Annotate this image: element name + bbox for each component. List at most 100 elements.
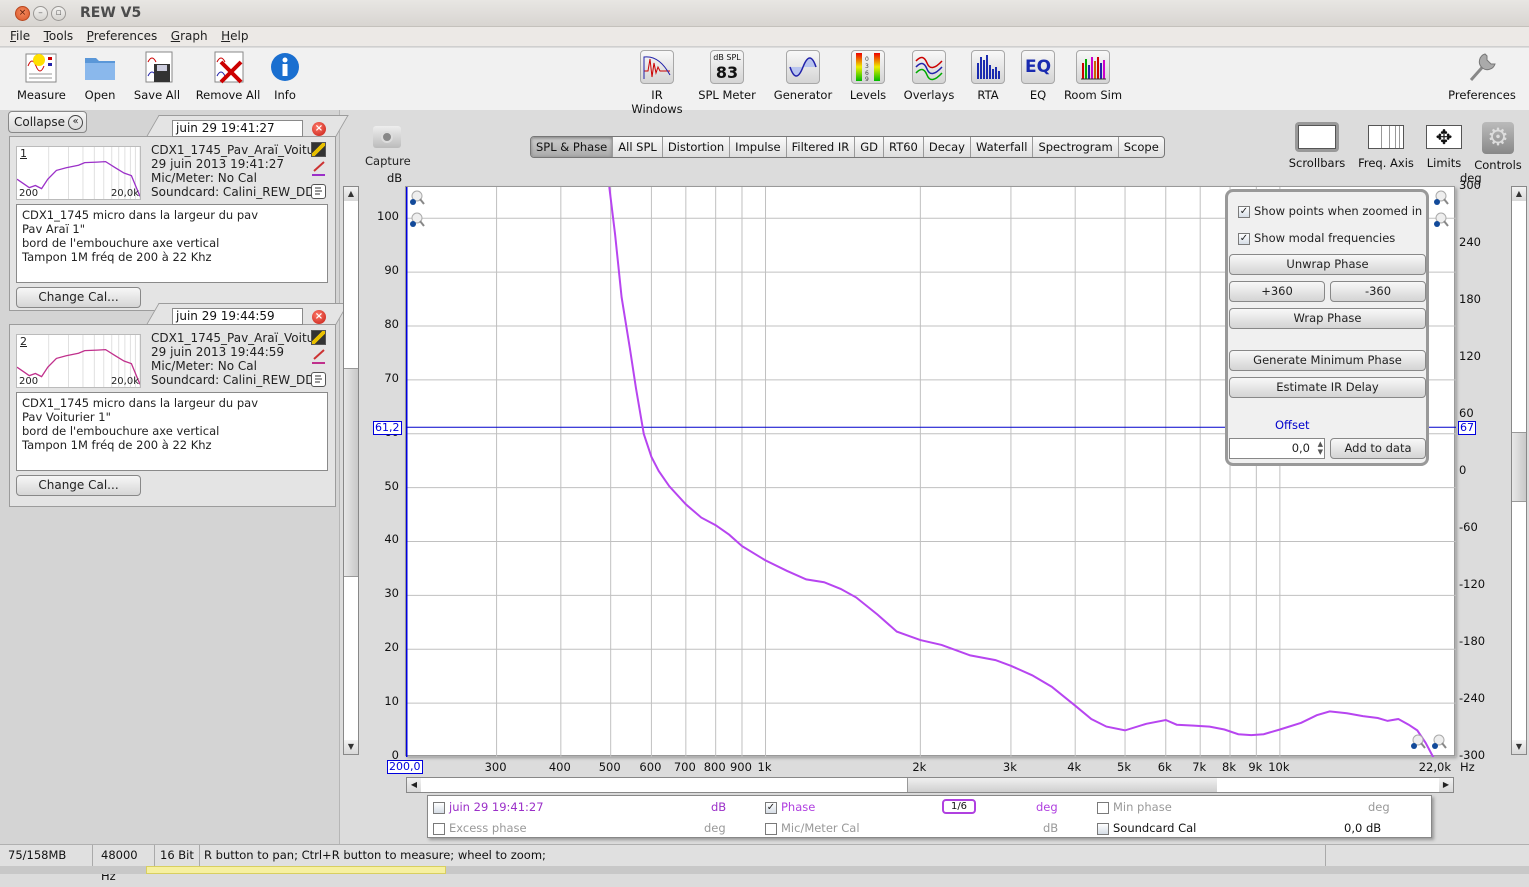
legend-phase-item[interactable]: ✓ Phase: [765, 800, 815, 814]
menu-graph[interactable]: Graph: [171, 29, 208, 43]
y2-tick-label: 240: [1459, 235, 1481, 249]
controls-button[interactable]: ⚙ Controls: [1473, 122, 1523, 172]
menu-tools[interactable]: Tools: [44, 29, 74, 43]
maximize-window-button[interactable]: ▫: [51, 6, 66, 21]
capture-button[interactable]: Capture: [365, 126, 411, 168]
horizontal-scrollbar[interactable]: ◀ ▶: [406, 777, 1454, 793]
scroll-up-arrow[interactable]: ▲: [1512, 187, 1526, 201]
scroll-up-arrow[interactable]: ▲: [344, 187, 358, 201]
measurement-1-delete-icon[interactable]: ×: [312, 122, 326, 136]
scroll-thumb[interactable]: [907, 778, 1217, 792]
offset-input[interactable]: 0,0 ▲ ▼: [1229, 438, 1325, 459]
menu-file[interactable]: File: [10, 29, 30, 43]
measurement-1-name-input[interactable]: juin 29 19:41:27: [172, 120, 303, 137]
generator-button[interactable]: Generator: [773, 50, 833, 102]
collapse-button[interactable]: Collapse «: [8, 111, 87, 133]
measure-button[interactable]: Measure: [17, 50, 66, 102]
measurement-1-notes[interactable]: CDX1_1745 micro dans la largeur du pav P…: [16, 204, 328, 283]
scroll-thumb[interactable]: [1512, 432, 1526, 502]
levels-button[interactable]: 0369 Levels: [846, 50, 890, 102]
tab-spectrogram[interactable]: Spectrogram: [1033, 137, 1119, 157]
overlays-icon: [912, 50, 946, 84]
measurement-1-edit-icon[interactable]: [311, 142, 326, 157]
tab-spl-phase[interactable]: SPL & Phase: [531, 137, 614, 157]
legend-measurement-item[interactable]: juin 29 19:41:27: [433, 800, 544, 814]
limits-button[interactable]: ✥ Limits: [1422, 122, 1466, 170]
measurement-2-color-pen-icon[interactable]: [311, 348, 326, 364]
measurement-2-change-cal-button[interactable]: Change Cal...: [16, 475, 141, 496]
measurement-1-mini-graph[interactable]: 1 200 20,0k: [16, 146, 141, 200]
show-modal-checkbox[interactable]: ✓ Show modal frequencies: [1238, 231, 1395, 245]
measurement-2-delete-icon[interactable]: ×: [312, 310, 326, 324]
rta-icon: [971, 50, 1005, 84]
plus-360-button[interactable]: +360: [1229, 281, 1325, 302]
legend-mic-cal-item[interactable]: Mic/Meter Cal: [765, 821, 860, 835]
zoom-in-icon[interactable]: [1431, 734, 1447, 750]
room-sim-button[interactable]: Room Sim: [1062, 50, 1124, 102]
legend-min-phase-item[interactable]: Min phase: [1097, 800, 1172, 814]
show-points-checkbox[interactable]: ✓ Show points when zoomed in: [1238, 204, 1422, 218]
scroll-down-arrow[interactable]: ▼: [1512, 740, 1526, 754]
measurement-2-notes[interactable]: CDX1_1745 micro dans la largeur du pav P…: [16, 392, 328, 471]
measurement-2-mini-graph[interactable]: 2 200 20,0k: [16, 334, 141, 388]
tab-scope[interactable]: Scope: [1119, 137, 1164, 157]
tab-filtered-ir[interactable]: Filtered IR: [787, 137, 856, 157]
zoom-in-icon[interactable]: [1433, 190, 1449, 206]
zoom-in-icon[interactable]: [409, 190, 425, 206]
overlays-button[interactable]: Overlays: [903, 50, 955, 102]
scroll-down-arrow[interactable]: ▼: [344, 740, 358, 754]
scroll-left-arrow[interactable]: ◀: [407, 778, 421, 792]
memory-usage: 75/158MB: [0, 845, 93, 867]
tab-waterfall[interactable]: Waterfall: [971, 137, 1034, 157]
zoom-out-icon[interactable]: [1410, 734, 1426, 750]
legend-soundcard-cal-item[interactable]: Soundcard Cal: [1097, 821, 1196, 835]
generate-minimum-phase-button[interactable]: Generate Minimum Phase: [1229, 350, 1426, 371]
scroll-thumb[interactable]: [344, 368, 358, 577]
measurement-1-notes-icon[interactable]: [311, 184, 326, 199]
ir-windows-button[interactable]: IR Windows: [625, 50, 689, 116]
tab-distortion[interactable]: Distortion: [663, 137, 731, 157]
wrap-phase-button[interactable]: Wrap Phase: [1229, 308, 1426, 329]
left-axis-unit: dB: [387, 171, 403, 185]
unwrap-phase-button[interactable]: Unwrap Phase: [1229, 254, 1426, 275]
open-button[interactable]: Open: [80, 50, 120, 102]
smoothing-badge[interactable]: 1/6: [942, 799, 976, 814]
minus-360-button[interactable]: -360: [1330, 281, 1426, 302]
tab-all-spl[interactable]: All SPL: [613, 137, 663, 157]
info-button[interactable]: Info: [268, 50, 302, 102]
tab-rt60[interactable]: RT60: [884, 137, 924, 157]
legend-excess-phase-item[interactable]: Excess phase: [433, 821, 527, 835]
scrollbars-button[interactable]: Scrollbars: [1287, 122, 1347, 170]
measure-label: Measure: [17, 88, 66, 102]
menu-help[interactable]: Help: [221, 29, 248, 43]
eq-button[interactable]: EQ EQ: [1020, 50, 1056, 102]
x-start-value[interactable]: 200,0: [387, 760, 423, 774]
rta-button[interactable]: RTA: [970, 50, 1006, 102]
tab-impulse[interactable]: Impulse: [730, 137, 787, 157]
scroll-right-arrow[interactable]: ▶: [1439, 778, 1453, 792]
tab-gd[interactable]: GD: [855, 137, 885, 157]
remove-all-button[interactable]: Remove All: [195, 50, 261, 102]
minimize-window-button[interactable]: –: [33, 6, 48, 21]
zoom-out-icon[interactable]: [409, 212, 425, 228]
measurement-1-color-pen-icon[interactable]: [311, 160, 326, 176]
scroll-track[interactable]: [421, 778, 907, 792]
measurement-1-change-cal-button[interactable]: Change Cal...: [16, 287, 141, 308]
spinner-icon[interactable]: ▲ ▼: [1318, 440, 1323, 456]
info-icon: [268, 50, 302, 84]
zoom-out-icon[interactable]: [1433, 212, 1449, 228]
spl-meter-button[interactable]: dB SPL 83 SPL Meter: [698, 50, 756, 102]
measurement-2-edit-icon[interactable]: [311, 330, 326, 345]
tab-decay[interactable]: Decay: [924, 137, 971, 157]
measurement-2-notes-icon[interactable]: [311, 372, 326, 387]
right-vertical-scrollbar[interactable]: ▲ ▼: [1511, 186, 1527, 755]
measurement-2-name-input[interactable]: juin 29 19:44:59: [172, 308, 303, 325]
preferences-button[interactable]: Preferences: [1446, 50, 1518, 102]
save-all-button[interactable]: Save All: [132, 50, 182, 102]
left-vertical-scrollbar[interactable]: ▲ ▼: [343, 186, 359, 755]
close-window-button[interactable]: ×: [15, 6, 30, 21]
estimate-ir-delay-button[interactable]: Estimate IR Delay: [1229, 377, 1426, 398]
menu-preferences[interactable]: Preferences: [87, 29, 158, 43]
freq-axis-button[interactable]: Freq. Axis: [1356, 122, 1416, 170]
add-to-data-button[interactable]: Add to data: [1330, 438, 1426, 459]
